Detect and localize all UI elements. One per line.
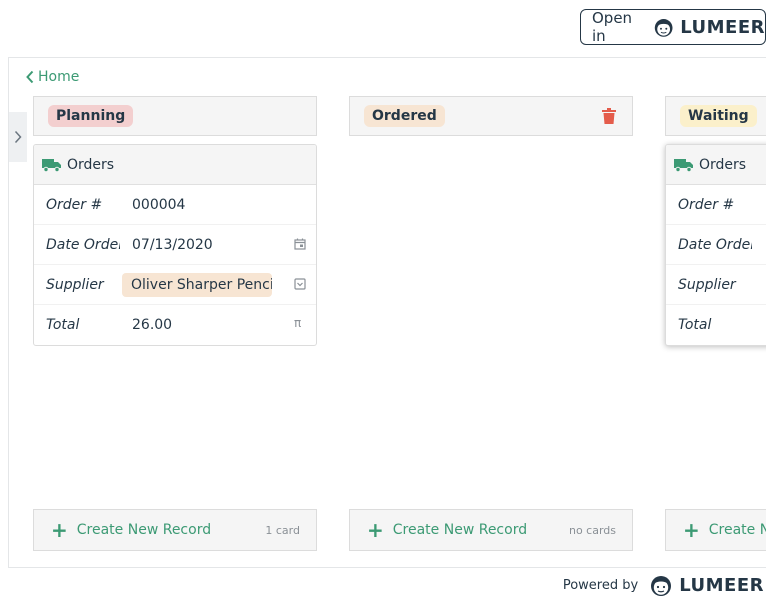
create-record-button[interactable]: Create New Record [77,522,211,538]
powered-by[interactable]: Powered by LUMEER [563,573,764,597]
powered-by-label: Powered by [562,577,639,593]
card-attribute-row[interactable]: Order # 000004 [34,185,316,225]
card-count: no cards [568,523,616,537]
create-record-button[interactable]: Create New Record [393,522,527,538]
create-record-button[interactable]: Create Ne [709,522,766,538]
attribute-label: Date Ordered [46,236,120,253]
card-attribute-row[interactable]: Date Ordered [666,225,766,265]
card-count: 1 card [265,523,300,537]
lumeer-logo-icon [654,19,673,37]
chevron-left-icon [26,70,34,84]
card-attribute-row[interactable]: Order # [666,185,766,225]
kanban-card[interactable]: Orders Order # Date Ordered Supplier Tot… [665,144,766,346]
chevron-right-icon [14,130,22,144]
attribute-label: Supplier [678,276,736,293]
card-attribute-row[interactable]: Supplier [666,265,766,305]
column-header: Planning [33,96,317,136]
card-attribute-row[interactable]: Date Ordered 07/13/2020 [34,225,316,265]
truck-icon [42,158,61,172]
calendar-icon [294,238,306,250]
create-record-bar[interactable]: + Create Ne [665,509,766,551]
truck-icon [674,158,693,172]
attribute-value[interactable]: 26.00 [132,317,172,333]
home-link[interactable]: Home [25,69,79,85]
lumeer-brand: LUMEER [680,16,765,38]
card-attribute-row[interactable]: Total [666,305,766,345]
plus-icon: + [51,518,68,542]
card-collection-title: Orders [67,156,115,173]
trash-icon[interactable] [602,108,616,124]
column-tag[interactable]: Ordered [364,105,445,127]
kanban-column-waiting: Waiting Orders Order # Date Ordered Supp… [665,96,766,346]
attribute-value[interactable]: 07/13/2020 [132,237,213,253]
open-in-lumeer-button[interactable]: Open in LUMEER [580,9,766,45]
kanban-column-planning: Planning Orders Order # 000004 Date Orde… [33,96,317,346]
card-header: Orders [666,145,766,185]
column-tag[interactable]: Planning [48,105,134,127]
attribute-value[interactable]: 000004 [132,197,185,213]
column-header: Waiting [665,96,766,136]
attribute-label: Supplier [46,276,104,293]
attribute-label: Order # [46,196,103,213]
card-attribute-row[interactable]: Total 26.00 π [34,305,316,345]
card-header: Orders [34,145,316,185]
open-in-label: Open in [592,9,633,45]
kanban-card[interactable]: Orders Order # 000004 Date Ordered 07/13… [33,144,317,346]
attribute-label: Date Ordered [678,236,752,253]
kanban-column-ordered: Ordered [349,96,633,136]
lumeer-brand: LUMEER [679,574,764,596]
sidebar-toggle[interactable] [9,112,27,162]
plus-icon: + [683,518,700,542]
attribute-label: Order # [678,196,735,213]
attribute-label: Total [678,317,712,333]
attribute-label: Total [46,317,80,333]
card-collection-title: Orders [699,156,747,173]
create-record-bar[interactable]: + Create New Record 1 card [33,509,317,551]
lumeer-logo-icon [651,576,672,596]
supplier-chip[interactable]: Oliver Sharper Pencil [122,272,272,297]
create-record-bar[interactable]: + Create New Record no cards [349,509,633,551]
plus-icon: + [367,518,384,542]
card-attribute-row[interactable]: Supplier Oliver Sharper Pencil [34,265,316,305]
home-label: Home [38,69,80,85]
column-tag[interactable]: Waiting [680,105,757,127]
number-type-icon: π [294,316,302,330]
kanban-frame: Home Planning Orders Order # 000004 Date… [8,57,766,568]
column-header: Ordered [349,96,633,136]
select-dropdown-icon[interactable] [294,278,306,290]
